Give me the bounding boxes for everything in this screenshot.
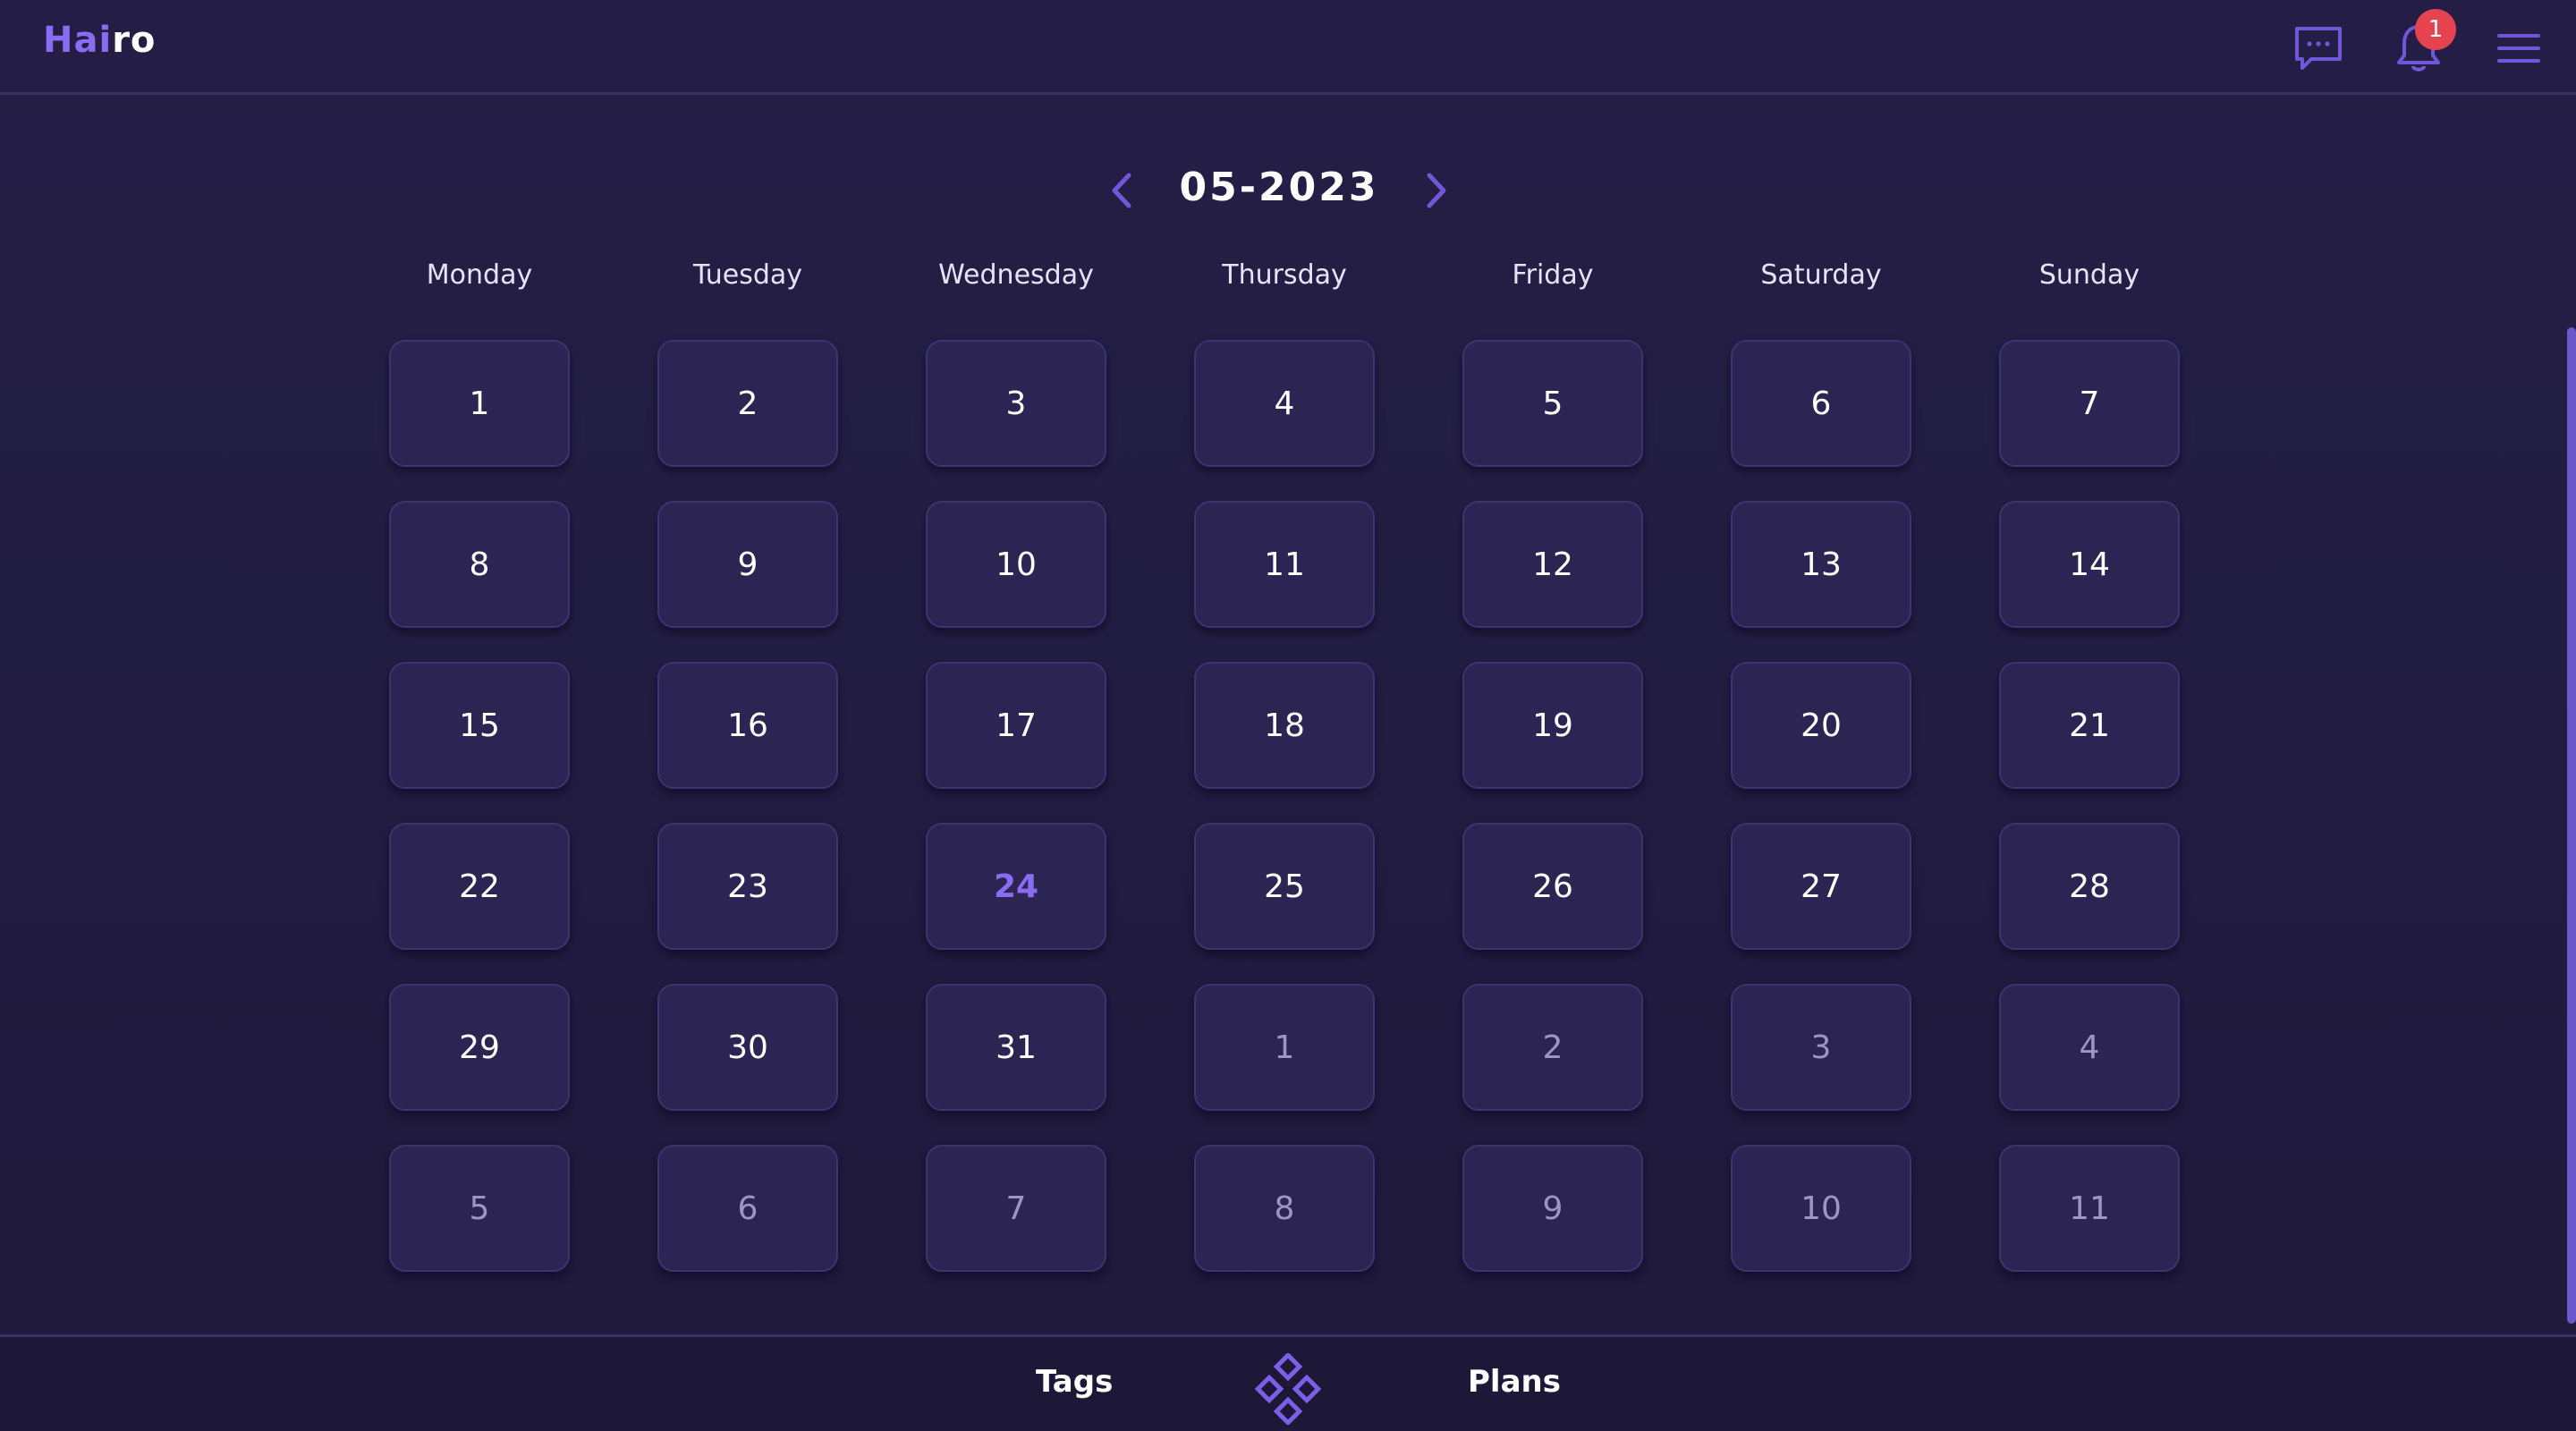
plans-link[interactable]: Plans [1468, 1364, 1561, 1400]
calendar-day[interactable]: 31 [926, 984, 1106, 1111]
calendar-day[interactable]: 13 [1731, 501, 1911, 628]
calendar-day[interactable]: 12 [1462, 501, 1643, 628]
menu-icon[interactable] [2490, 20, 2547, 77]
calendar-day-other-month[interactable]: 8 [1194, 1145, 1375, 1272]
next-month-button[interactable] [1413, 168, 1458, 213]
top-bar: Hairo 1 [0, 0, 2576, 95]
calendar-day-other-month[interactable]: 7 [926, 1145, 1106, 1272]
calendar-day[interactable]: 28 [1999, 823, 2180, 950]
calendar-day[interactable]: 6 [1731, 340, 1911, 467]
weekday-label: Tuesday [692, 259, 803, 291]
calendar-day[interactable]: 5 [1462, 340, 1643, 467]
calendar-day[interactable]: 8 [389, 501, 570, 628]
month-title: 05-2023 [1179, 165, 1379, 210]
app-logo[interactable]: Hairo [43, 20, 156, 61]
weekday-label: Sunday [2038, 259, 2140, 291]
calendar-day[interactable]: 20 [1731, 662, 1911, 789]
weekday-label: Thursday [1222, 259, 1347, 291]
weekday-label: Monday [426, 259, 533, 291]
calendar-day-other-month[interactable]: 2 [1462, 984, 1643, 1111]
calendar-day[interactable]: 1 [389, 340, 570, 467]
calendar-day[interactable]: 7 [1999, 340, 2180, 467]
calendar-day[interactable]: 3 [926, 340, 1106, 467]
month-navigation: 05-2023 [1100, 159, 1458, 222]
calendar-day-other-month[interactable]: 11 [1999, 1145, 2180, 1272]
calendar-day-other-month[interactable]: 6 [657, 1145, 838, 1272]
weekday-label: Friday [1512, 259, 1594, 291]
calendar-day[interactable]: 25 [1194, 823, 1375, 950]
calendar-day-other-month[interactable]: 1 [1194, 984, 1375, 1111]
calendar-day-other-month[interactable]: 4 [1999, 984, 2180, 1111]
calendar-day[interactable]: 16 [657, 662, 838, 789]
calendar-day[interactable]: 2 [657, 340, 838, 467]
calendar-day-other-month[interactable]: 10 [1731, 1145, 1911, 1272]
calendar-day[interactable]: 21 [1999, 662, 2180, 789]
calendar-day-other-month[interactable]: 9 [1462, 1145, 1643, 1272]
calendar-day[interactable]: 15 [389, 662, 570, 789]
calendar-day[interactable]: 18 [1194, 662, 1375, 789]
calendar-day[interactable]: 4 [1194, 340, 1375, 467]
notification-badge: 1 [2415, 9, 2456, 50]
calendar-day[interactable]: 22 [389, 823, 570, 950]
weekday-label: Wednesday [938, 259, 1094, 291]
calendar-day[interactable]: 9 [657, 501, 838, 628]
previous-month-button[interactable] [1100, 168, 1145, 213]
calendar-day[interactable]: 11 [1194, 501, 1375, 628]
bottom-bar: Tags Plans [0, 1334, 2576, 1431]
calendar-day[interactable]: 30 [657, 984, 838, 1111]
calendar-day[interactable]: 17 [926, 662, 1106, 789]
calendar-day-other-month[interactable]: 5 [389, 1145, 570, 1272]
logo-text-part1: Hai [43, 20, 113, 61]
weekday-label: Saturday [1760, 259, 1882, 291]
calendar-day-today[interactable]: 24 [926, 823, 1106, 950]
calendar-day[interactable]: 26 [1462, 823, 1643, 950]
chat-icon[interactable] [2290, 20, 2347, 77]
calendar-day[interactable]: 27 [1731, 823, 1911, 950]
logo-text-part2: ro [112, 20, 157, 61]
calendar-day[interactable]: 29 [389, 984, 570, 1111]
calendar-day[interactable]: 23 [657, 823, 838, 950]
calendar-day[interactable]: 14 [1999, 501, 2180, 628]
scrollbar[interactable] [2567, 327, 2576, 1324]
calendar-day-other-month[interactable]: 3 [1731, 984, 1911, 1111]
diamond-logo-icon[interactable] [1252, 1353, 1324, 1425]
calendar-day[interactable]: 19 [1462, 662, 1643, 789]
app-root: Hairo 1 05-2023 Monday Tuesday Wednesday [0, 0, 2576, 1431]
calendar-day[interactable]: 10 [926, 501, 1106, 628]
tags-link[interactable]: Tags [1036, 1364, 1113, 1400]
